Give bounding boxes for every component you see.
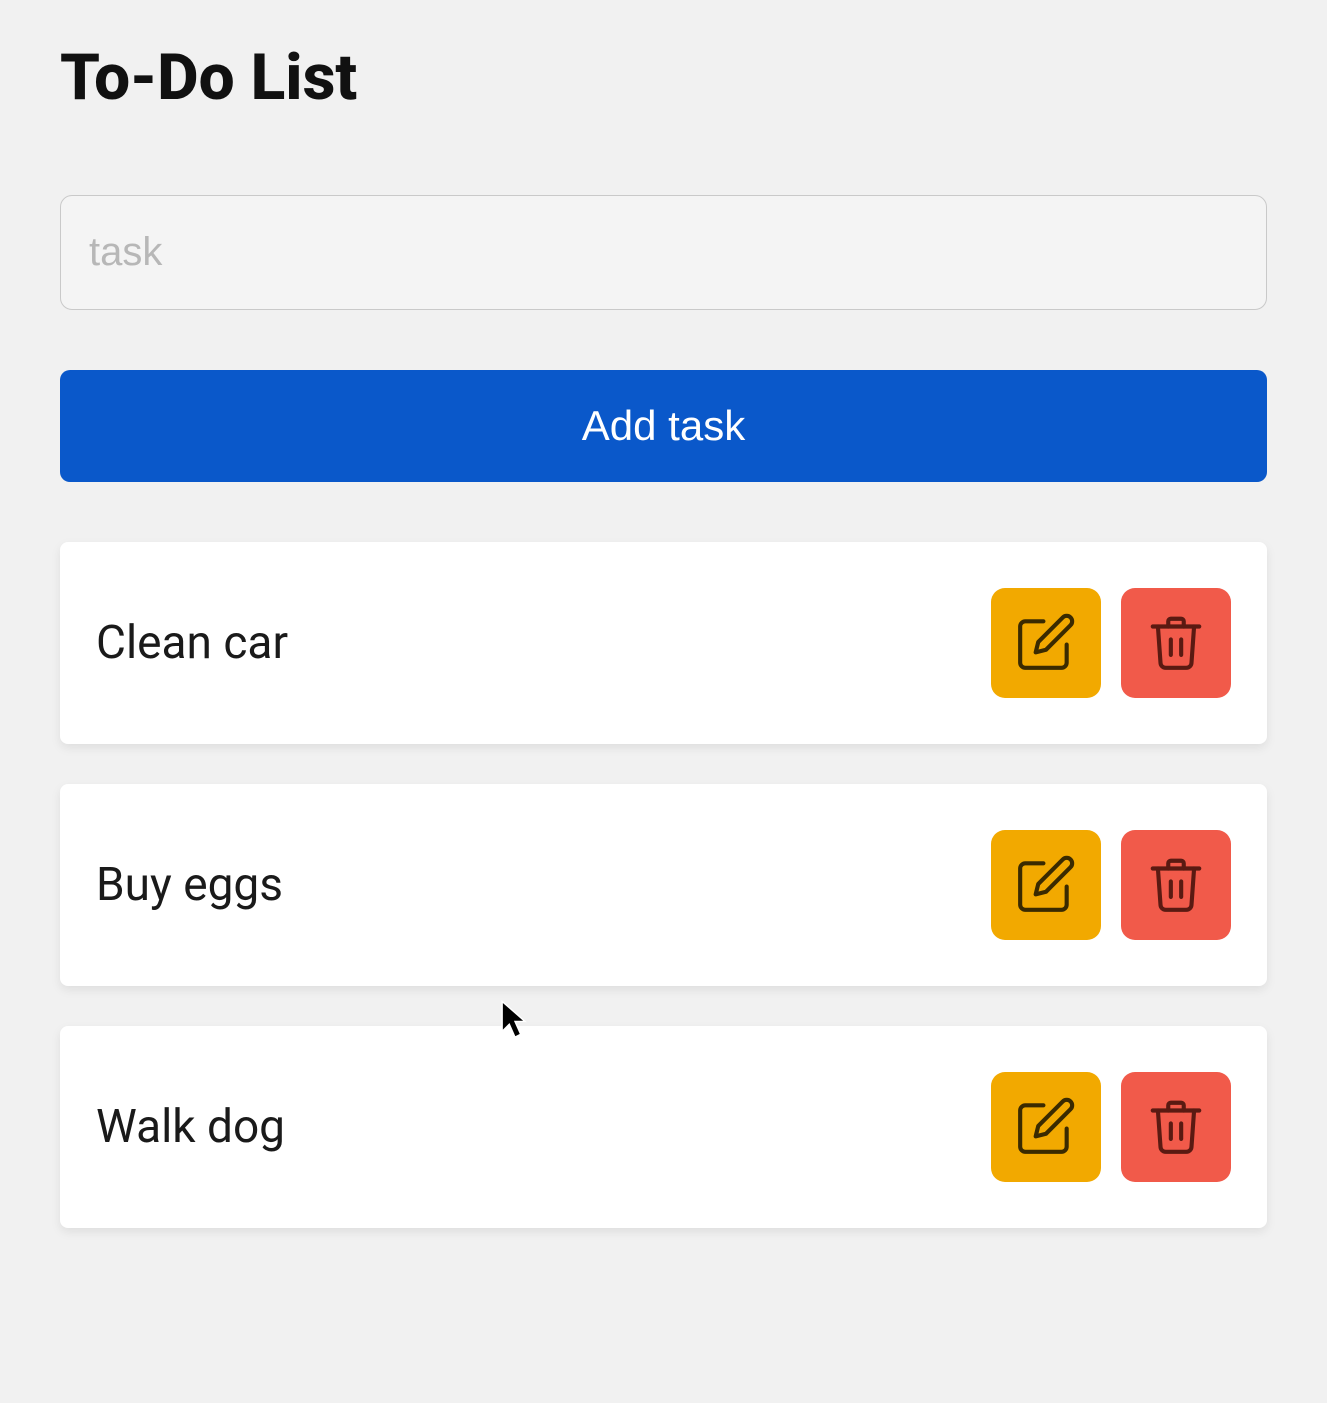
edit-button[interactable] <box>991 1072 1101 1182</box>
trash-icon <box>1145 853 1207 918</box>
edit-icon <box>1015 611 1077 676</box>
trash-icon <box>1145 1095 1207 1160</box>
edit-icon <box>1015 853 1077 918</box>
task-row: Walk dog <box>60 1026 1267 1228</box>
trash-icon <box>1145 611 1207 676</box>
task-actions <box>991 830 1231 940</box>
add-task-button[interactable]: Add task <box>60 370 1267 482</box>
edit-button[interactable] <box>991 588 1101 698</box>
edit-icon <box>1015 1095 1077 1160</box>
delete-button[interactable] <box>1121 1072 1231 1182</box>
task-row: Clean car <box>60 542 1267 744</box>
task-actions <box>991 588 1231 698</box>
task-list: Clean car <box>60 542 1267 1228</box>
edit-button[interactable] <box>991 830 1101 940</box>
task-label: Clean car <box>96 616 288 670</box>
delete-button[interactable] <box>1121 830 1231 940</box>
task-input[interactable] <box>60 195 1267 310</box>
task-label: Walk dog <box>96 1100 285 1154</box>
task-label: Buy eggs <box>96 858 283 912</box>
page-title: To-Do List <box>60 40 1267 115</box>
delete-button[interactable] <box>1121 588 1231 698</box>
task-row: Buy eggs <box>60 784 1267 986</box>
task-actions <box>991 1072 1231 1182</box>
